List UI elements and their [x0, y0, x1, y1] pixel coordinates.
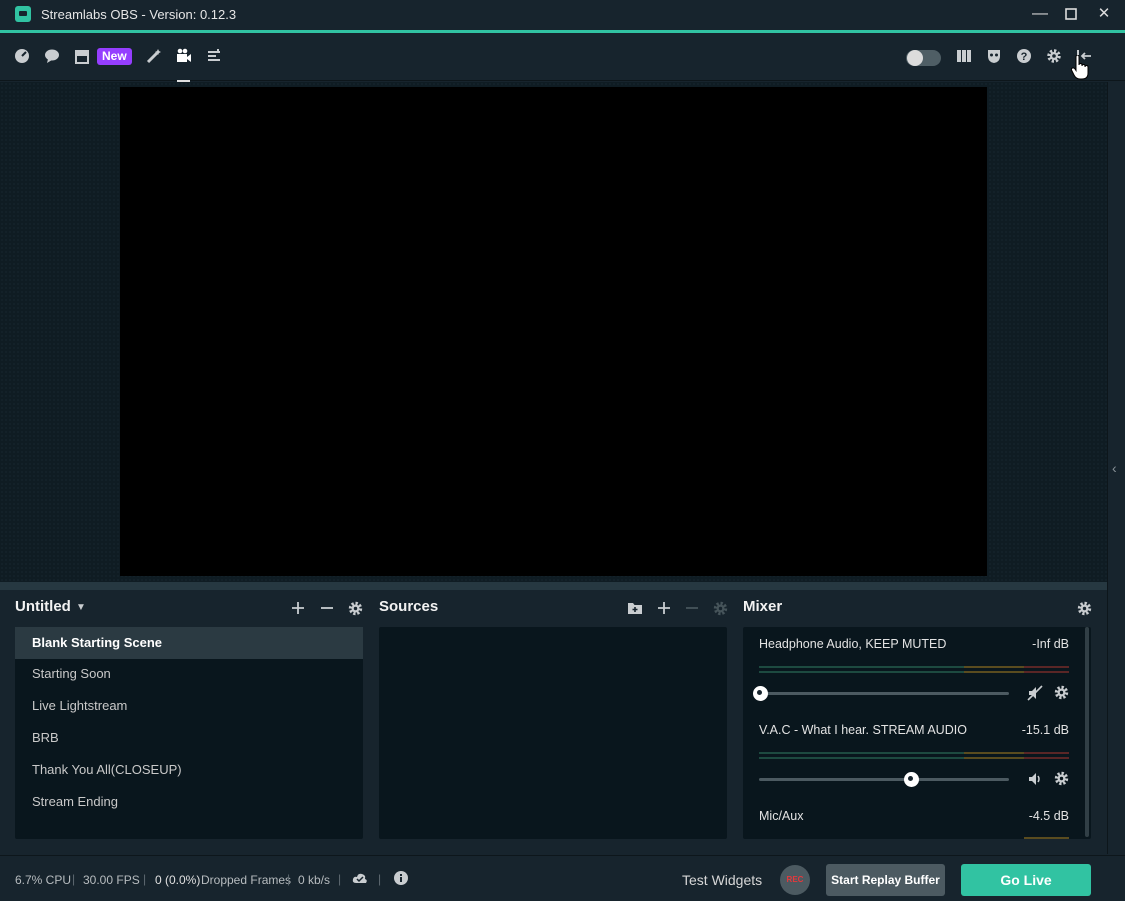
settings-gear-icon[interactable]	[1045, 48, 1063, 66]
title-bar: Streamlabs OBS - Version: 0.12.3 — ✕	[0, 0, 1125, 30]
maximize-icon	[1065, 8, 1077, 20]
new-badge[interactable]: New	[97, 48, 132, 65]
muted-speaker-icon[interactable]	[1027, 685, 1043, 704]
studio-mode-toggle[interactable]	[906, 50, 941, 66]
editor-area	[0, 82, 1107, 582]
mixer-channel-db: -4.5 dB	[1028, 809, 1069, 823]
source-settings-gear-icon[interactable]	[712, 599, 728, 621]
dashboard-icon[interactable]	[13, 48, 31, 66]
bitrate-stat: 0 kb/s	[298, 873, 331, 887]
go-live-button[interactable]: Go Live	[961, 864, 1091, 896]
footer-bar: 6.7% CPU | 30.00 FPS | 0 (0.0%) Dropped …	[0, 855, 1125, 901]
themes-wand-icon[interactable]	[145, 48, 163, 66]
separator: |	[143, 872, 147, 886]
fps-stat: 30.00 FPS	[83, 873, 140, 887]
separator: |	[287, 872, 291, 886]
chevron-down-icon[interactable]: ▼	[73, 599, 89, 617]
scene-item[interactable]: Live Lightstream	[15, 690, 363, 722]
mixer-title: Mixer	[743, 598, 783, 615]
maximize-button[interactable]	[1060, 4, 1082, 24]
toggle-knob	[907, 50, 923, 66]
close-button[interactable]: ✕	[1093, 4, 1115, 24]
scene-collection-title[interactable]: Untitled	[15, 598, 71, 615]
remove-source-icon[interactable]	[684, 599, 700, 620]
volume-meter	[759, 752, 1069, 760]
volume-meter	[759, 837, 1069, 839]
test-widgets-button[interactable]: Test Widgets	[682, 872, 762, 888]
slider-handle[interactable]	[753, 686, 768, 701]
help-icon[interactable]: ?	[1015, 48, 1033, 66]
mixer-list: Headphone Audio, KEEP MUTED -Inf dB V.A.…	[743, 627, 1091, 839]
add-folder-icon[interactable]	[627, 599, 643, 620]
mixer-settings-gear-icon[interactable]	[1076, 599, 1092, 621]
store-icon[interactable]	[73, 48, 91, 66]
cpu-stat: 6.7% CPU	[15, 873, 72, 887]
stream-preview[interactable]	[120, 87, 987, 576]
channel-settings-gear-icon[interactable]	[1054, 685, 1069, 703]
svg-text:?: ?	[1021, 51, 1028, 63]
right-sidebar-rail[interactable]: ‹	[1107, 82, 1125, 854]
mixer-channel-name: Headphone Audio, KEEP MUTED	[759, 637, 947, 651]
scene-item[interactable]: Stream Ending	[15, 786, 363, 818]
columns-icon[interactable]	[955, 48, 973, 66]
mixer-scrollbar[interactable]	[1085, 627, 1089, 837]
scene-item[interactable]: BRB	[15, 722, 363, 754]
layout-editor-icon[interactable]	[205, 48, 223, 66]
slider-handle[interactable]	[904, 772, 919, 787]
scene-item[interactable]: Starting Soon	[15, 658, 363, 690]
hand-cursor-icon	[1070, 54, 1089, 81]
volume-meter	[759, 666, 1069, 674]
chat-icon[interactable]	[43, 48, 61, 66]
mask-icon[interactable]	[985, 48, 1003, 66]
volume-slider[interactable]	[759, 772, 1009, 787]
add-source-icon[interactable]	[656, 599, 672, 620]
start-replay-buffer-button[interactable]: Start Replay Buffer	[826, 864, 945, 896]
mixer-channel-db: -Inf dB	[1032, 637, 1069, 651]
window-title: Streamlabs OBS - Version: 0.12.3	[41, 7, 237, 22]
top-nav: New ?	[0, 33, 1125, 82]
add-scene-icon[interactable]	[290, 599, 306, 620]
dropped-frames-count: 0 (0.0%)	[155, 873, 201, 887]
separator: |	[338, 872, 342, 886]
mixer-channel-db: -15.1 dB	[1021, 723, 1069, 737]
dropped-frames-label: Dropped Frames	[201, 873, 292, 887]
scene-item[interactable]: Blank Starting Scene	[15, 627, 363, 659]
scenes-list: Blank Starting Scene Starting Soon Live …	[15, 627, 363, 839]
scene-item[interactable]: Thank You All(CLOSEUP)	[15, 754, 363, 786]
chevron-left-icon[interactable]: ‹	[1112, 460, 1117, 476]
volume-slider[interactable]	[753, 686, 1009, 701]
separator: |	[72, 872, 76, 886]
scene-settings-gear-icon[interactable]	[347, 599, 363, 621]
mixer-channel-name: Mic/Aux	[759, 809, 804, 823]
studio-camera-icon[interactable]	[175, 48, 193, 66]
mixer-channel-name: V.A.C - What I hear. STREAM AUDIO	[759, 723, 967, 737]
channel-settings-gear-icon[interactable]	[1054, 771, 1069, 789]
record-button[interactable]: REC	[780, 865, 810, 895]
speaker-icon[interactable]	[1027, 771, 1043, 790]
sources-list	[379, 627, 727, 839]
info-icon[interactable]	[392, 870, 410, 888]
remove-scene-icon[interactable]	[319, 599, 335, 620]
streamlabs-logo-icon	[15, 6, 31, 22]
sources-title: Sources	[379, 598, 439, 615]
resize-divider[interactable]	[0, 582, 1107, 590]
cloud-check-icon	[351, 871, 369, 889]
minimize-button[interactable]: —	[1029, 4, 1051, 24]
separator: |	[378, 872, 382, 886]
